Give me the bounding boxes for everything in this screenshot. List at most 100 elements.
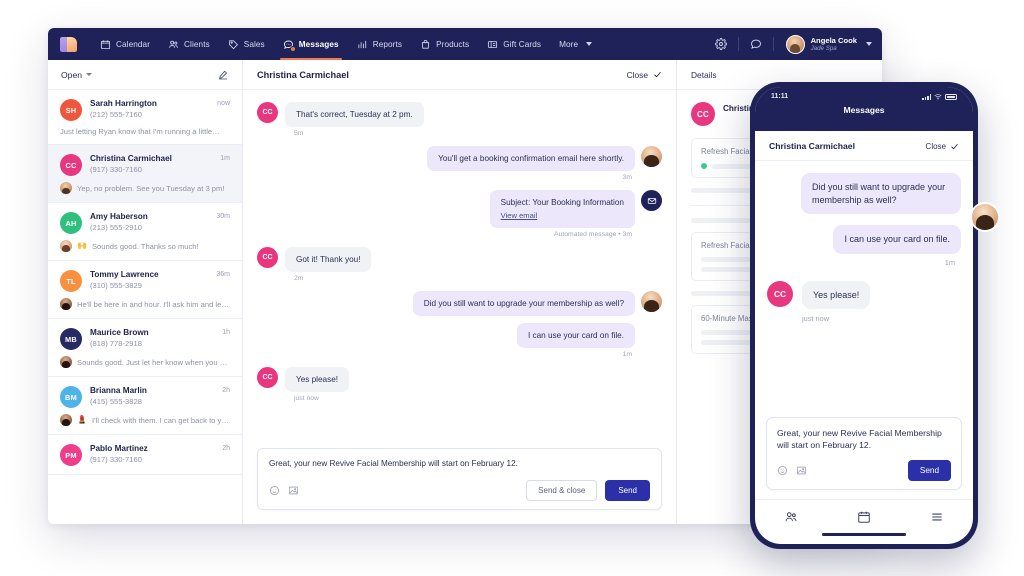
menu-icon — [931, 513, 942, 520]
user-org: Jade Spa — [810, 44, 837, 52]
calendar-icon — [100, 39, 111, 50]
composer-toolbar: Send & close Send — [269, 480, 650, 501]
boulevard-logo[interactable] — [60, 36, 77, 52]
chevron-down-icon — [86, 73, 93, 76]
composer-draft-text[interactable]: Great, your new Revive Facial Membership… — [269, 458, 650, 469]
conversation-preview-text: Just letting Ryan know that I'm running … — [60, 127, 220, 136]
preview-emoji: 🙌 — [77, 241, 87, 250]
avatar — [60, 356, 72, 368]
compose-icon[interactable] — [217, 69, 229, 81]
conversation-list-item[interactable]: PM Pablo Martinez (917) 330-7160 2h — [48, 435, 242, 475]
message-bubble: I can use your card on file. — [516, 323, 635, 348]
message-row: Did you still want to upgrade your membe… — [767, 173, 961, 214]
clients-icon — [168, 39, 179, 50]
status-badge — [701, 163, 707, 169]
close-conversation-button[interactable]: Close — [627, 70, 662, 80]
nav-label-sales: Sales — [243, 39, 265, 49]
message-timestamp: 3m — [622, 174, 632, 181]
nav-item-gift-cards[interactable]: Gift Cards — [478, 28, 550, 60]
avatar: CC — [767, 280, 793, 307]
phone-composer-draft[interactable]: Great, your new Revive Facial Membership… — [777, 427, 951, 451]
message-timestamp: just now — [802, 314, 830, 323]
avatar: CC — [257, 247, 278, 268]
nav-divider-2 — [772, 37, 774, 51]
nav-item-messages[interactable]: Messages — [274, 28, 348, 60]
phone-tab-menu[interactable] — [930, 510, 944, 524]
message-row: Did you still want to upgrade your membe… — [257, 291, 662, 316]
phone-close-button[interactable]: Close — [926, 142, 959, 151]
message-row: Subject: Your Booking Information View e… — [257, 190, 662, 228]
conversation-preview: Just letting Ryan know that I'm running … — [60, 127, 230, 136]
phone-tab-calendar[interactable] — [857, 510, 871, 524]
nav-item-more[interactable]: More — [550, 28, 601, 60]
phone-message-list: Did you still want to upgrade your membe… — [755, 161, 973, 417]
message-timestamp: 1m — [622, 351, 632, 358]
nav-item-calendar[interactable]: Calendar — [91, 28, 159, 60]
avatar — [60, 298, 72, 310]
conversation-name: Maurice Brown — [90, 328, 149, 337]
send-and-close-button[interactable]: Send & close — [526, 480, 598, 501]
wifi-icon — [934, 94, 942, 100]
emoji-icon[interactable] — [269, 485, 280, 496]
mobile-phone-mockup: 11:11 Messages Christina Carmichael Clos… — [750, 82, 978, 549]
emoji-icon[interactable] — [777, 465, 788, 476]
messages-notification-badge — [289, 45, 296, 52]
image-icon[interactable] — [796, 465, 807, 476]
message-thread-panel: Christina Carmichael Close CC That's cor… — [243, 60, 677, 524]
conversation-phone: (818) 778-2918 — [90, 339, 142, 348]
nav-label-gift-cards: Gift Cards — [503, 39, 542, 49]
conversation-preview: Sounds good. Just let her know when you … — [60, 356, 230, 368]
details-title: Details — [691, 69, 717, 80]
user-menu[interactable]: Angela Cook Jade Spa — [782, 34, 872, 54]
avatar — [60, 414, 72, 426]
conversation-list-item[interactable]: BM Brianna Marlin (415) 555-3828 2h 💄 I'll ch… — [48, 377, 242, 435]
phone-composer-tools — [777, 465, 807, 476]
phone-message-composer[interactable]: Great, your new Revive Facial Membership… — [766, 417, 962, 490]
message-timestamp: Automated message • 3m — [554, 231, 632, 238]
open-filter-label: Open — [61, 69, 83, 80]
nav-item-reports[interactable]: Reports — [348, 28, 411, 60]
conversation-preview-text: Sounds good. Thanks so much! — [91, 241, 199, 251]
nav-label-calendar: Calendar — [116, 39, 151, 49]
nav-item-clients[interactable]: Clients — [159, 28, 219, 60]
conversation-list-item[interactable]: CC Christina Carmichael (917) 330-7160 1m Ye… — [48, 145, 242, 203]
avatar: CC — [257, 367, 278, 388]
send-button[interactable]: Send — [605, 480, 650, 501]
nav-label-clients: Clients — [184, 39, 210, 49]
conversation-name: Brianna Marlin — [90, 386, 147, 395]
gear-icon[interactable] — [712, 35, 730, 53]
avatar — [641, 146, 662, 167]
conversation-name: Amy Haberson — [90, 212, 148, 221]
phone-tab-clients[interactable] — [784, 510, 798, 524]
conversation-list-item[interactable]: AH Amy Haberson (213) 555-2910 30m 🙌 Sounds g… — [48, 203, 242, 261]
conversation-list-item[interactable]: SH Sarah Harrington (212) 555-7160 now Just … — [48, 90, 242, 145]
image-icon[interactable] — [288, 485, 299, 496]
preview-emoji: 💄 — [77, 415, 87, 424]
open-filter-dropdown[interactable]: Open — [61, 69, 93, 80]
nav-item-products[interactable]: Products — [411, 28, 478, 60]
conversation-name: Pablo Martinez — [90, 444, 148, 453]
message-composer[interactable]: Great, your new Revive Facial Membership… — [257, 448, 662, 510]
message-row: I can use your card on file. — [257, 323, 662, 348]
nav-label-more: More — [559, 39, 579, 49]
avatar: SH — [60, 99, 82, 121]
message-row: You'll get a booking confirmation email … — [257, 146, 662, 171]
avatar: AH — [60, 212, 82, 234]
message-bubble: I can use your card on file. — [833, 225, 961, 254]
conversation-list-item[interactable]: MB Maurice Brown (818) 778-2918 1h Sounds go… — [48, 319, 242, 377]
composer-buttons: Send & close Send — [526, 480, 650, 501]
message-row: CC Yes please! — [257, 367, 662, 392]
chat-bubble-icon[interactable] — [747, 35, 765, 53]
message-row: CC That's correct, Tuesday at 2 pm. — [257, 102, 662, 127]
avatar: TL — [60, 270, 82, 292]
phone-send-button[interactable]: Send — [907, 460, 951, 481]
conversation-list[interactable]: SH Sarah Harrington (212) 555-7160 now Just … — [48, 90, 242, 524]
nav-item-sales[interactable]: Sales — [219, 28, 274, 60]
conversation-preview-text: Sounds good. Just let her know when you … — [77, 357, 230, 367]
conversation-list-item[interactable]: TL Tommy Lawrence (310) 555-3829 36m He'll b… — [48, 261, 242, 319]
view-email-link[interactable]: View email — [501, 210, 538, 221]
message-row: CC Got it! Thank you! — [257, 247, 662, 272]
conversation-name: Sarah Harrington — [90, 99, 157, 108]
nav-right-cluster: Angela Cook Jade Spa — [712, 34, 872, 54]
avatar — [60, 240, 72, 252]
